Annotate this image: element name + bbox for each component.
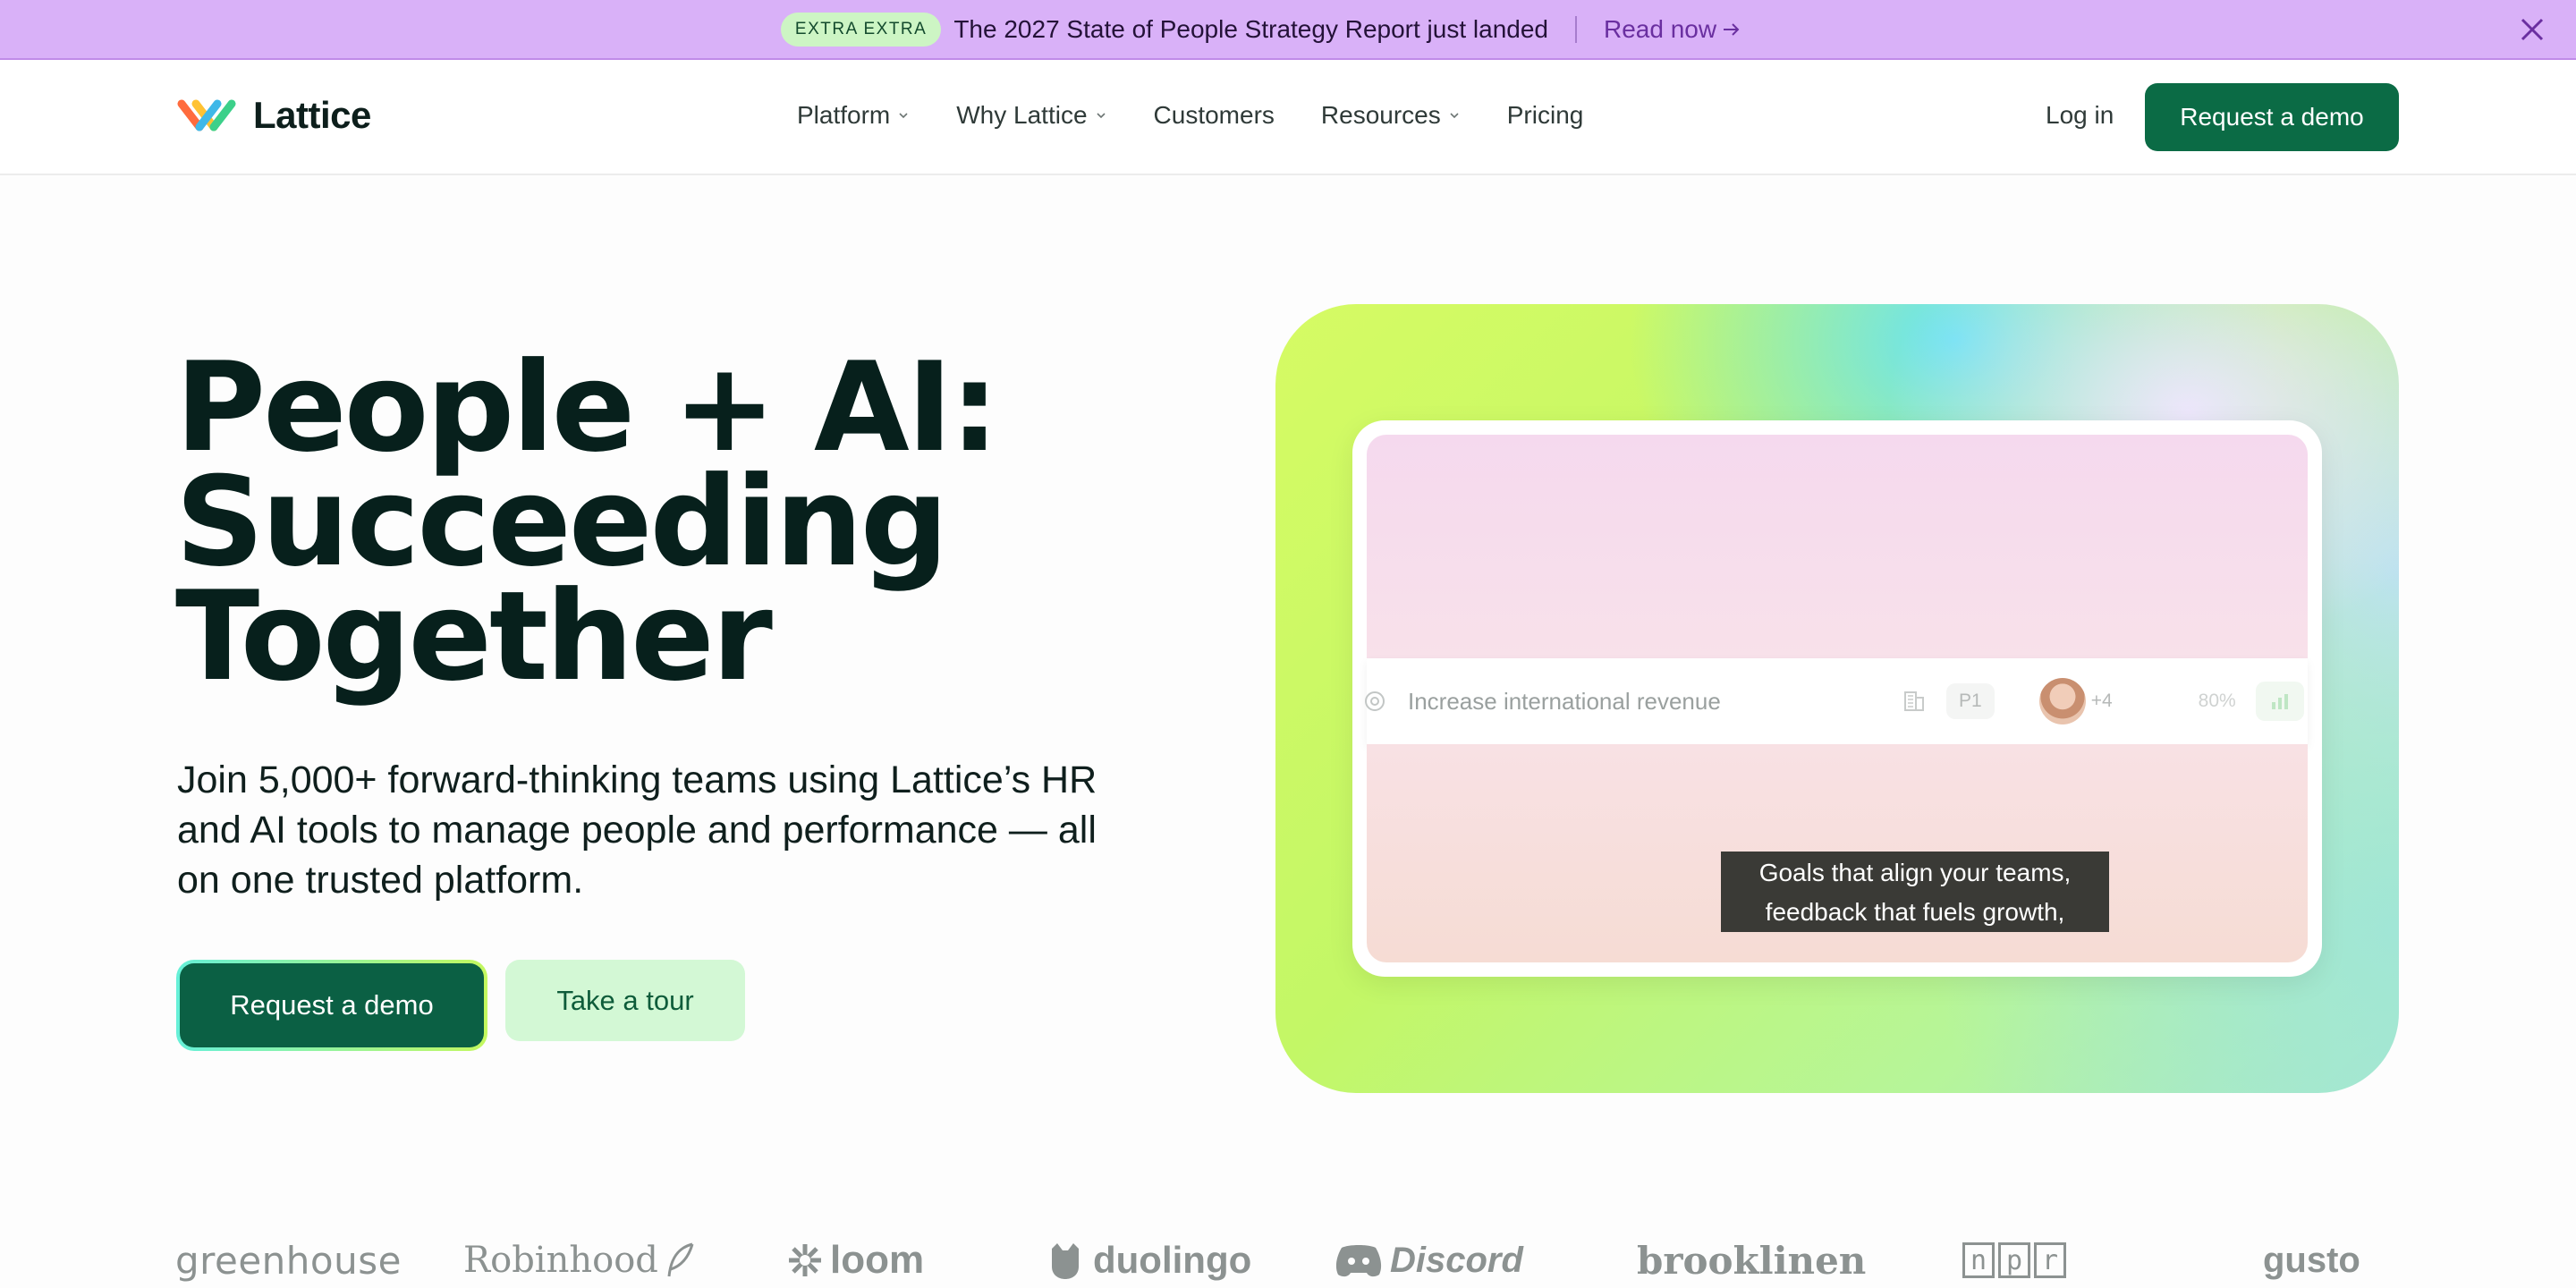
npr-letter: p: [1998, 1242, 2030, 1278]
nav-item-label: Platform: [797, 101, 891, 129]
nav-links: Platform Why Lattice Customers Resources…: [797, 101, 1583, 130]
loom-burst-icon: [789, 1244, 821, 1276]
nav-item-why-lattice[interactable]: Why Lattice: [956, 101, 1106, 130]
hero-title-line: Succeeding: [175, 450, 949, 594]
npr-wordmark: n p r: [1962, 1242, 2066, 1278]
take-tour-button[interactable]: Take a tour: [505, 960, 745, 1041]
announcement-divider: [1575, 15, 1577, 43]
hero-subtitle: Join 5,000+ forward-thinking teams using…: [177, 755, 1161, 905]
request-demo-button[interactable]: Request a demo: [2145, 83, 2399, 151]
chevron-down-icon: [899, 113, 908, 119]
nav-item-platform[interactable]: Platform: [797, 101, 910, 130]
chevron-down-icon: [1096, 113, 1106, 119]
announcement-text: The 2027 State of People Strategy Report…: [953, 14, 1548, 43]
discord-controller-icon: [1335, 1245, 1382, 1277]
discord-logo: Discord: [1335, 1233, 1523, 1288]
hero-request-demo-label: Request a demo: [180, 963, 484, 1047]
nav-item-label: Resources: [1320, 101, 1441, 129]
login-link[interactable]: Log in: [2046, 101, 2114, 130]
video-caption: Goals that align your teams, feedback th…: [1721, 852, 2109, 932]
hero-title: People + AI: Succeeding Together: [175, 335, 1159, 708]
nav-item-label: Why Lattice: [956, 101, 1088, 129]
hero-title-line: People + AI:: [175, 335, 999, 479]
product-preview-card: Increase international revenue P1 +4 80%…: [1352, 420, 2322, 977]
duolingo-owl-icon: [1052, 1243, 1079, 1279]
robinhood-logo: Robinhood: [463, 1233, 696, 1288]
lattice-mark-icon: [177, 99, 236, 131]
avatar: [2038, 678, 2086, 724]
hero-request-demo-button[interactable]: Request a demo: [176, 960, 487, 1051]
brooklinen-logo: brooklinen: [1637, 1238, 1867, 1283]
chevron-down-icon: [1450, 113, 1459, 119]
hero-title-line: Together: [175, 564, 773, 708]
hero-visual: Increase international revenue P1 +4 80%…: [1275, 304, 2399, 1093]
main-navigation: Lattice Platform Why Lattice Customers R…: [0, 60, 2576, 175]
hero-subtitle-line: and AI tools to manage people and perfor…: [177, 809, 1097, 852]
npr-letter: n: [1962, 1242, 1995, 1278]
nav-item-pricing[interactable]: Pricing: [1507, 101, 1584, 130]
bar-chart-icon: [2255, 682, 2304, 721]
close-icon[interactable]: [2517, 14, 2547, 45]
read-now-label: Read now: [1604, 14, 1717, 43]
extra-owners-count: +4: [2090, 691, 2113, 711]
greenhouse-logo: greenhouse: [175, 1238, 402, 1283]
target-icon: [1365, 691, 1385, 711]
building-icon: [1904, 691, 1924, 711]
gusto-logo: gusto: [2263, 1240, 2360, 1280]
customer-logos: greenhouse Robinhood loom duolingo Disco…: [175, 1233, 2360, 1288]
npr-logo: n p r: [1962, 1233, 2066, 1288]
goal-progress: 80%: [2198, 691, 2236, 711]
nav-item-customers[interactable]: Customers: [1154, 101, 1275, 130]
nav-item-label: Pricing: [1506, 101, 1584, 129]
discord-wordmark: Discord: [1390, 1240, 1523, 1280]
goal-row: Increase international revenue P1 +4 80%: [1365, 658, 2308, 744]
duolingo-logo: duolingo: [1045, 1233, 1251, 1288]
npr-letter: r: [2034, 1242, 2066, 1278]
loom-logo: loom: [787, 1233, 924, 1288]
lattice-logo[interactable]: Lattice: [176, 94, 371, 137]
priority-badge: P1: [1946, 683, 1995, 719]
caption-line: Goals that align your teams,: [1758, 859, 2072, 886]
duolingo-wordmark: duolingo: [1093, 1239, 1252, 1281]
nav-item-resources[interactable]: Resources: [1321, 101, 1461, 130]
announcement-banner: EXTRA EXTRA The 2027 State of People Str…: [0, 0, 2576, 60]
hero-subtitle-line: Join 5,000+ forward-thinking teams using…: [177, 758, 1097, 801]
caption-line: feedback that fuels growth,: [1765, 898, 2065, 926]
read-now-link[interactable]: Read now: [1604, 15, 1741, 44]
loom-wordmark: loom: [830, 1238, 925, 1282]
nav-item-label: Customers: [1153, 101, 1275, 129]
arrow-right-icon: [1724, 22, 1740, 36]
brand-name: Lattice: [253, 94, 371, 136]
goal-title: Increase international revenue: [1408, 687, 1721, 715]
feather-icon: [667, 1242, 694, 1277]
announcement-badge: EXTRA EXTRA: [780, 12, 942, 47]
hero-subtitle-line: on one trusted platform.: [177, 859, 584, 902]
preview-top-panel: [1367, 435, 2308, 658]
robinhood-wordmark: Robinhood: [463, 1240, 658, 1281]
announcement-content: EXTRA EXTRA The 2027 State of People Str…: [780, 12, 1741, 47]
